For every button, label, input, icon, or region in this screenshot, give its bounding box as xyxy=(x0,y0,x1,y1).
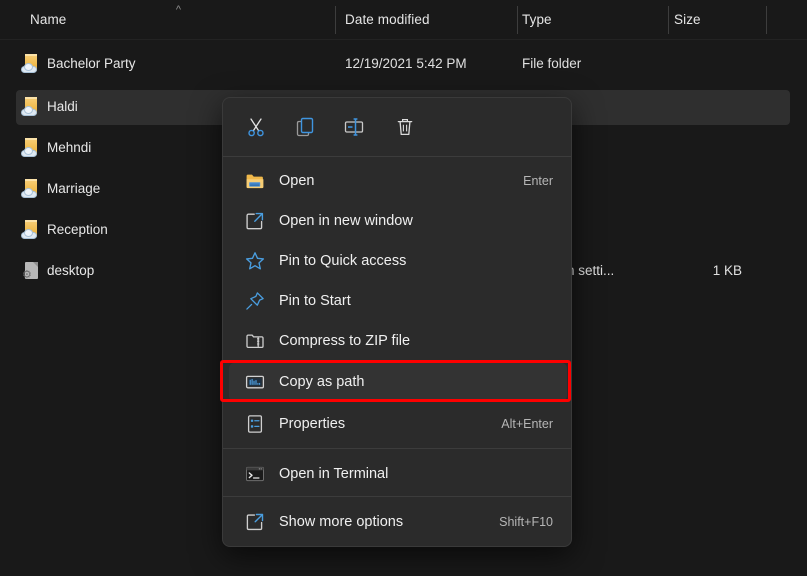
file-name-cell: Reception xyxy=(47,222,108,237)
file-date-cell: 12/19/2021 5:42 PM xyxy=(345,56,467,71)
column-header-date-modified[interactable]: Date modified xyxy=(345,12,430,27)
column-header-size[interactable]: Size xyxy=(674,12,701,27)
pin-icon xyxy=(245,291,265,311)
menu-item-shortcut: Enter xyxy=(523,172,553,190)
menu-item-label: Show more options xyxy=(279,512,403,532)
copy-icon xyxy=(295,117,315,137)
menu-item-label: Properties xyxy=(279,414,345,434)
menu-item-label: Copy as path xyxy=(279,372,364,392)
folder-cloud-icon xyxy=(21,179,42,199)
column-header-bar: ^ Name Date modified Type Size xyxy=(0,0,807,40)
column-divider-3[interactable] xyxy=(668,6,669,34)
folder-cloud-icon xyxy=(21,97,42,117)
menu-item-label: Pin to Quick access xyxy=(279,251,406,271)
menu-item-pin-to-start[interactable]: Pin to Start xyxy=(229,282,567,320)
menu-divider-top xyxy=(223,156,571,157)
rename-icon xyxy=(344,117,364,137)
menu-item-label: Pin to Start xyxy=(279,291,351,311)
menu-item-label: Open in new window xyxy=(279,211,413,231)
menu-item-shortcut: Shift+F10 xyxy=(499,513,553,531)
column-divider-4[interactable] xyxy=(766,6,767,34)
context-menu: Open Enter Open in new window Pin t xyxy=(222,97,572,547)
delete-button[interactable] xyxy=(385,108,425,146)
menu-item-pin-to-quick-access[interactable]: Pin to Quick access xyxy=(229,242,567,280)
file-name-cell: desktop xyxy=(47,263,94,278)
cut-icon xyxy=(246,117,266,137)
file-explorer-window: ^ Name Date modified Type Size Bachelor … xyxy=(0,0,807,576)
menu-item-label: Open xyxy=(279,171,314,191)
column-divider-2[interactable] xyxy=(517,6,518,34)
menu-item-label: Compress to ZIP file xyxy=(279,331,410,351)
menu-item-open-in-new-window[interactable]: Open in new window xyxy=(229,202,567,240)
config-file-icon: ⚙ xyxy=(21,261,42,281)
column-header-name[interactable]: Name xyxy=(30,12,66,27)
folder-cloud-icon xyxy=(21,220,42,240)
file-name-cell: Mehndi xyxy=(47,140,91,155)
file-name-cell: Marriage xyxy=(47,181,100,196)
file-name-cell: Bachelor Party xyxy=(47,56,136,71)
copy-button[interactable] xyxy=(285,108,325,146)
menu-item-open[interactable]: Open Enter xyxy=(229,162,567,200)
menu-item-open-in-terminal[interactable]: Open in Terminal xyxy=(229,455,567,493)
file-name-cell: Haldi xyxy=(47,99,78,114)
column-header-type[interactable]: Type xyxy=(522,12,552,27)
file-type-cell: File folder xyxy=(522,56,581,71)
terminal-icon xyxy=(245,464,265,484)
expand-options-icon xyxy=(245,512,265,532)
menu-item-show-more-options[interactable]: Show more options Shift+F10 xyxy=(229,503,567,541)
folder-cloud-icon xyxy=(21,54,42,74)
menu-divider-bottom xyxy=(223,496,571,497)
menu-item-copy-as-path[interactable]: Copy as path xyxy=(229,363,567,401)
menu-item-label: Open in Terminal xyxy=(279,464,388,484)
properties-icon xyxy=(245,414,265,434)
folder-cloud-icon xyxy=(21,138,42,158)
menu-item-compress-to-zip[interactable]: Compress to ZIP file xyxy=(229,322,567,360)
cut-button[interactable] xyxy=(236,108,276,146)
copy-path-icon xyxy=(245,372,265,392)
delete-icon xyxy=(395,117,415,137)
menu-item-properties[interactable]: Properties Alt+Enter xyxy=(229,405,567,443)
menu-item-shortcut: Alt+Enter xyxy=(501,415,553,433)
star-icon xyxy=(245,251,265,271)
folder-open-icon xyxy=(245,171,265,191)
external-window-icon xyxy=(245,211,265,231)
table-row[interactable]: Bachelor Party 12/19/2021 5:42 PM File f… xyxy=(0,46,807,83)
menu-divider-middle xyxy=(223,448,571,449)
context-menu-toolbar xyxy=(223,98,571,156)
rename-button[interactable] xyxy=(334,108,374,146)
zip-folder-icon xyxy=(245,331,265,351)
file-size-cell: 1 KB xyxy=(674,263,742,278)
sort-ascending-chevron-up-icon[interactable]: ^ xyxy=(172,6,185,15)
column-divider-1[interactable] xyxy=(335,6,336,34)
